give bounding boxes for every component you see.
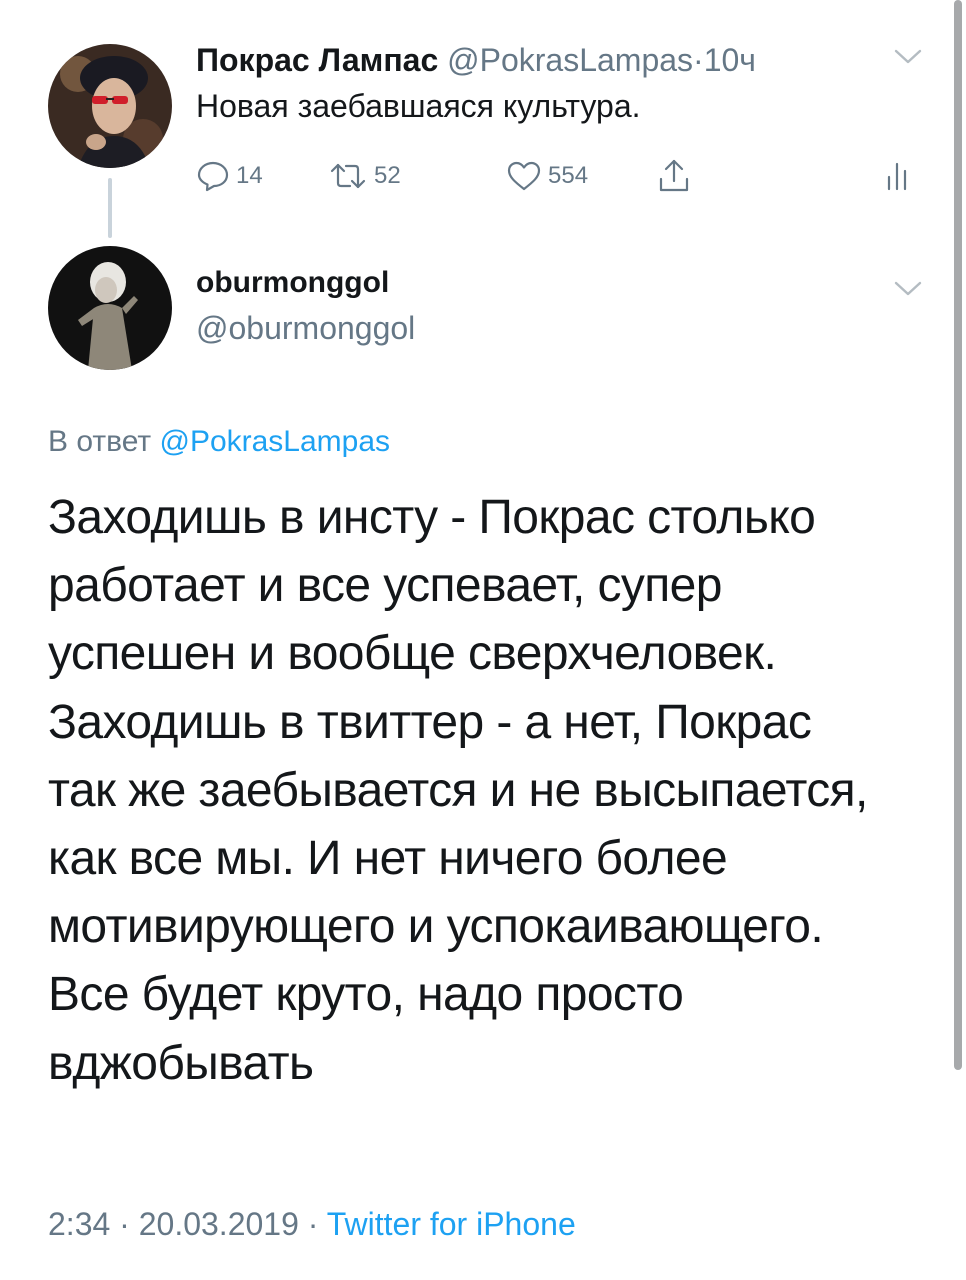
tweet-thread-screen: Покрас Лампас @PokrasLampas·10ч Новая за…: [0, 0, 966, 1280]
parent-tweet-actions: 14 52 554: [196, 156, 916, 196]
tweet-text-line: как все мы. И нет ничего более: [48, 832, 728, 886]
like-count: 554: [548, 162, 589, 189]
reply-avatar-image: [48, 246, 172, 370]
tweet-text-line: мотивирующего и успокаивающего.: [48, 900, 824, 954]
reply-count: 14: [236, 162, 263, 189]
reply-to-context: В ответ @PokrasLampas: [48, 422, 390, 462]
thread-connector-line: [108, 178, 112, 238]
share-button[interactable]: [658, 156, 690, 196]
reply-to-handle-link[interactable]: @PokrasLampas: [159, 425, 390, 458]
tweet-text-line: работает и все успевает, супер: [48, 559, 722, 613]
reply-handle[interactable]: @oburmonggol: [196, 308, 415, 348]
parent-display-name[interactable]: Покрас Лампас: [196, 42, 438, 78]
speech-bubble-icon: [197, 161, 229, 192]
analytics-button[interactable]: [886, 156, 908, 196]
analytics-bars-icon: [887, 162, 907, 191]
chevron-down-icon[interactable]: [894, 48, 922, 66]
share-upload-icon: [659, 159, 689, 192]
parent-tweet-header: Покрас Лампас @PokrasLampas·10ч: [196, 40, 756, 80]
tweet-text-line: Все будет круто, надо просто: [48, 968, 684, 1022]
reply-avatar[interactable]: [48, 246, 172, 370]
parent-tweet-text: Новая заебавшаяся культура.: [196, 88, 641, 124]
retweet-count: 52: [374, 162, 401, 189]
retweet-arrows-icon: [330, 163, 366, 189]
tweet-timestamp: 2:34 · 20.03.2019 ·: [48, 1206, 319, 1242]
retweet-button[interactable]: 52: [328, 156, 401, 196]
reply-display-name[interactable]: oburmonggol: [196, 264, 389, 302]
scrollbar[interactable]: [954, 0, 962, 1070]
reply-to-prefix: В ответ: [48, 425, 152, 458]
heart-icon: [507, 161, 541, 191]
like-button[interactable]: 554: [506, 156, 588, 196]
tweet-text-line: Заходишь в инсту - Покрас столько: [48, 491, 816, 544]
tweet-meta: 2:34 · 20.03.2019 · Twitter for iPhone: [48, 1202, 576, 1246]
tweet-text-line: Заходишь в твиттер - а нет, Покрас: [48, 695, 812, 749]
tweet-text-line: успешен и вообще сверхчеловек.: [48, 627, 777, 681]
parent-avatar-image: [48, 44, 172, 168]
parent-handle[interactable]: @PokrasLampas: [447, 42, 693, 78]
tweet-source-link[interactable]: Twitter for iPhone: [327, 1206, 576, 1242]
tweet-text-line: вджобывать: [48, 1036, 314, 1090]
header-separator: ·: [693, 42, 704, 78]
reply-tweet-text: Заходишь в инсту - Покрас столько работа…: [48, 484, 928, 1098]
parent-avatar[interactable]: [48, 44, 172, 168]
parent-time: 10ч: [703, 42, 756, 78]
reply-button[interactable]: 14: [196, 156, 263, 196]
chevron-down-icon[interactable]: [894, 280, 922, 298]
tweet-text-line: так же заебывается и не высыпается,: [48, 763, 868, 817]
